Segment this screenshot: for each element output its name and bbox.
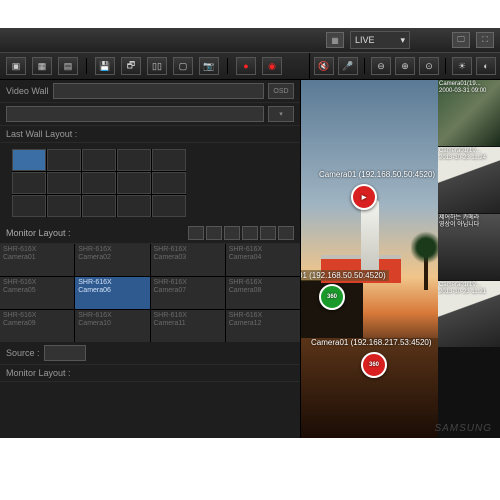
videowall-dropdown2[interactable] [6, 106, 264, 122]
source-label: Source : [6, 348, 40, 358]
zoom-out-icon[interactable]: ⊖ [371, 57, 391, 75]
layout3-icon[interactable]: ▤ [58, 57, 78, 75]
camera-grid: SHR-616XCamera01SHR-616XCamera02SHR-616X… [0, 244, 300, 342]
wall-layout-grid[interactable] [12, 149, 186, 217]
camera-cell[interactable]: SHR-616XCamera08 [226, 277, 300, 309]
camera-cell[interactable]: SHR-616XCamera07 [151, 277, 225, 309]
layout-icon[interactable]: ▦ [326, 32, 344, 48]
audio-icon[interactable]: 🔇 [314, 57, 334, 75]
layout-preset-icons [188, 226, 294, 240]
record2-icon[interactable]: ◉ [262, 57, 282, 75]
camera-overlay-label-2: 01 (192.168.50.50:4520) [301, 270, 389, 281]
viewer: Camera01 (192.168.50.50:4520) ▶ 01 (192.… [301, 80, 500, 438]
cascade-icon[interactable]: 🗗 [121, 57, 141, 75]
main-camera-view[interactable]: Camera01 (192.168.50.50:4520) ▶ 01 (192.… [301, 80, 438, 438]
wall-cell[interactable] [117, 149, 151, 171]
mic-icon[interactable]: 🎤 [338, 57, 358, 75]
camera-cell[interactable]: SHR-616XCamera10 [75, 310, 149, 342]
wall-cell[interactable] [152, 149, 186, 171]
preset4-icon[interactable] [242, 226, 258, 240]
camera-cell[interactable]: SHR-616XCamera09 [0, 310, 74, 342]
snapshot-icon[interactable]: 📷 [199, 57, 219, 75]
wall-cell[interactable] [47, 195, 81, 217]
layout1-icon[interactable]: ▣ [6, 57, 26, 75]
zoom-fit-icon[interactable]: ⊙ [419, 57, 439, 75]
source-dropdown[interactable] [44, 345, 86, 361]
titlebar: ▦ LIVE▾ 🖵 ⛶ [0, 28, 500, 52]
fullscreen-icon[interactable]: ⛶ [476, 32, 494, 48]
wall-cell[interactable] [12, 172, 46, 194]
thumbnail[interactable]: Camera01(19...2013-10-23 11:21 [438, 281, 500, 347]
lastwall-label: Last Wall Layout : [6, 129, 77, 139]
videowall-label: Video Wall [6, 86, 49, 96]
preset2-icon[interactable] [206, 226, 222, 240]
wall-cell[interactable] [82, 149, 116, 171]
sidebar: Video Wall OSD ▾ Last Wall Layout : Moni… [0, 80, 301, 438]
preset5-icon[interactable] [260, 226, 276, 240]
toolbars: ▣ ▦ ▤ 💾 🗗 ▯▯ ▢ 📷 ● ◉ 🔇 🎤 ⊖ ⊕ ⊙ ☀ ◐ [0, 52, 500, 80]
wall-cell[interactable] [47, 149, 81, 171]
camera-cell[interactable]: SHR-616XCamera03 [151, 244, 225, 276]
brand-logo: SAMSUNG [434, 423, 492, 434]
monlayout2-label: Monitor Layout : [6, 368, 71, 378]
preset6-icon[interactable] [278, 226, 294, 240]
camera-cell[interactable]: SHR-616XCamera11 [151, 310, 225, 342]
thumbnail[interactable]: Camera01(19...2013-10-23 11:24 [438, 147, 500, 213]
camera-overlay-label-3: Camera01 (192.168.217.53:4520) [311, 338, 432, 347]
wall-cell[interactable] [117, 172, 151, 194]
wall-cell[interactable] [152, 172, 186, 194]
camera-cell[interactable]: SHR-616XCamera12 [226, 310, 300, 342]
camera-overlay-label-1: Camera01 (192.168.50.50:4520) [319, 170, 435, 179]
wall-cell[interactable] [82, 172, 116, 194]
record-icon[interactable]: ● [236, 57, 256, 75]
camera-cell[interactable]: SHR-616XCamera06 [75, 277, 149, 309]
wall-cell[interactable] [152, 195, 186, 217]
preset1-icon[interactable] [188, 226, 204, 240]
single-icon[interactable]: ▢ [173, 57, 193, 75]
save-icon[interactable]: 💾 [95, 57, 115, 75]
monitor-icon[interactable]: 🖵 [452, 32, 470, 48]
map-pin-2[interactable]: 360 [319, 284, 345, 310]
mode-selector[interactable]: LIVE▾ [350, 31, 410, 49]
thumbnail[interactable]: Camera01(19...2000-03-31 09:00 [438, 80, 500, 146]
monlayout-label: Monitor Layout : [6, 228, 71, 238]
preset3-icon[interactable] [224, 226, 240, 240]
map-pin-3[interactable]: 360 [361, 352, 387, 378]
toolbar-right: 🔇 🎤 ⊖ ⊕ ⊙ ☀ ◐ [309, 53, 500, 79]
wall-cell[interactable] [117, 195, 151, 217]
brightness-icon[interactable]: ☀ [452, 57, 472, 75]
wall-cell[interactable] [82, 195, 116, 217]
app-root: ▦ LIVE▾ 🖵 ⛶ ▣ ▦ ▤ 💾 🗗 ▯▯ ▢ 📷 ● ◉ 🔇 🎤 ⊖ ⊕… [0, 28, 500, 438]
camera-cell[interactable]: SHR-616XCamera05 [0, 277, 74, 309]
layout2-icon[interactable]: ▦ [32, 57, 52, 75]
thumbnail[interactable]: 제어하는 카메라영상이 아닙니다 [438, 214, 500, 280]
toolbar-left: ▣ ▦ ▤ 💾 🗗 ▯▯ ▢ 📷 ● ◉ [0, 53, 309, 79]
wall-cell[interactable] [12, 195, 46, 217]
camera-cell[interactable]: SHR-616XCamera04 [226, 244, 300, 276]
camera-cell[interactable]: SHR-616XCamera02 [75, 244, 149, 276]
contrast-icon[interactable]: ◐ [476, 57, 496, 75]
osd-button[interactable]: OSD [268, 83, 294, 99]
camera-cell[interactable]: SHR-616XCamera01 [0, 244, 74, 276]
extra-button[interactable]: ▾ [268, 106, 294, 122]
map-pin-1[interactable]: ▶ [351, 184, 377, 210]
thumbnail-strip: Camera01(19...2000-03-31 09:00Camera01(1… [438, 80, 500, 438]
zoom-in-icon[interactable]: ⊕ [395, 57, 415, 75]
wall-cell[interactable] [12, 149, 46, 171]
wall-cell[interactable] [47, 172, 81, 194]
videowall-dropdown[interactable] [53, 83, 264, 99]
split-icon[interactable]: ▯▯ [147, 57, 167, 75]
